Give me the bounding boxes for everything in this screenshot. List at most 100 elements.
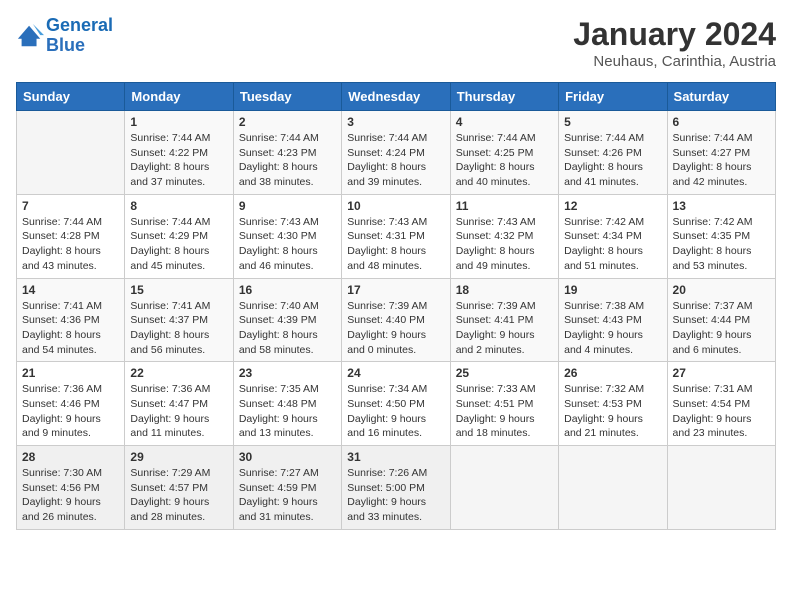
day-number: 31 <box>347 450 444 464</box>
day-number: 22 <box>130 366 227 380</box>
calendar-cell: 12 Sunrise: 7:42 AMSunset: 4:34 PMDayligh… <box>559 194 667 278</box>
logo-line1: General <box>46 15 113 35</box>
calendar-cell: 26Sunrise: 7:32 AMSunset: 4:53 PMDayligh… <box>559 362 667 446</box>
day-number: 10 <box>347 199 444 213</box>
day-number: 18 <box>456 283 553 297</box>
day-details: Sunrise: 7:34 AMSunset: 4:50 PMDaylight:… <box>347 382 444 441</box>
day-details: Sunrise: 7:36 AMSunset: 4:47 PMDaylight:… <box>130 382 227 441</box>
day-details: Sunrise: 7:42 AMSunset: 4:34 PMDaylight:… <box>564 215 661 274</box>
page-header: General Blue January 2024 Neuhaus, Carin… <box>16 16 776 70</box>
calendar-cell: 13 Sunrise: 7:42 AMSunset: 4:35 PMDayligh… <box>667 194 775 278</box>
day-details: Sunrise: 7:44 AMSunset: 4:23 PMDaylight:… <box>239 131 336 190</box>
weekday-header-saturday: Saturday <box>667 83 775 111</box>
calendar-cell: 19Sunrise: 7:38 AMSunset: 4:43 PMDayligh… <box>559 278 667 362</box>
day-details: Sunrise: 7:26 AMSunset: 5:00 PMDaylight:… <box>347 466 444 525</box>
calendar-week-row: 21 Sunrise: 7:36 AMSunset: 4:46 PMDayligh… <box>17 362 776 446</box>
calendar-cell: 20 Sunrise: 7:37 AMSunset: 4:44 PMDayligh… <box>667 278 775 362</box>
calendar-cell: 14 Sunrise: 7:41 AMSunset: 4:36 PMDayligh… <box>17 278 125 362</box>
logo-line2: Blue <box>46 35 85 55</box>
calendar-table: SundayMondayTuesdayWednesdayThursdayFrid… <box>16 82 776 530</box>
day-details: Sunrise: 7:42 AMSunset: 4:35 PMDaylight:… <box>673 215 770 274</box>
calendar-cell <box>17 111 125 195</box>
weekday-header-wednesday: Wednesday <box>342 83 450 111</box>
calendar-cell: 21 Sunrise: 7:36 AMSunset: 4:46 PMDayligh… <box>17 362 125 446</box>
calendar-week-row: 7Sunrise: 7:44 AMSunset: 4:28 PMDaylight… <box>17 194 776 278</box>
day-number: 15 <box>130 283 227 297</box>
day-number: 5 <box>564 115 661 129</box>
calendar-cell: 11 Sunrise: 7:43 AMSunset: 4:32 PMDayligh… <box>450 194 558 278</box>
day-details: Sunrise: 7:29 AMSunset: 4:57 PMDaylight:… <box>130 466 227 525</box>
calendar-cell: 10Sunrise: 7:43 AMSunset: 4:31 PMDayligh… <box>342 194 450 278</box>
calendar-cell: 30Sunrise: 7:27 AMSunset: 4:59 PMDayligh… <box>233 446 341 530</box>
day-number: 4 <box>456 115 553 129</box>
calendar-cell: 2 Sunrise: 7:44 AMSunset: 4:23 PMDaylight… <box>233 111 341 195</box>
day-number: 8 <box>130 199 227 213</box>
day-number: 9 <box>239 199 336 213</box>
day-number: 19 <box>564 283 661 297</box>
day-details: Sunrise: 7:44 AMSunset: 4:28 PMDaylight:… <box>22 215 119 274</box>
day-details: Sunrise: 7:40 AMSunset: 4:39 PMDaylight:… <box>239 299 336 358</box>
calendar-header-row: SundayMondayTuesdayWednesdayThursdayFrid… <box>17 83 776 111</box>
day-details: Sunrise: 7:36 AMSunset: 4:46 PMDaylight:… <box>22 382 119 441</box>
day-number: 14 <box>22 283 119 297</box>
day-number: 23 <box>239 366 336 380</box>
weekday-header-friday: Friday <box>559 83 667 111</box>
calendar-cell: 17Sunrise: 7:39 AMSunset: 4:40 PMDayligh… <box>342 278 450 362</box>
calendar-cell: 1 Sunrise: 7:44 AMSunset: 4:22 PMDaylight… <box>125 111 233 195</box>
calendar-cell: 18 Sunrise: 7:39 AMSunset: 4:41 PMDayligh… <box>450 278 558 362</box>
calendar-cell <box>450 446 558 530</box>
day-number: 2 <box>239 115 336 129</box>
calendar-cell: 31 Sunrise: 7:26 AMSunset: 5:00 PMDayligh… <box>342 446 450 530</box>
weekday-header-sunday: Sunday <box>17 83 125 111</box>
logo-text: General Blue <box>46 16 113 56</box>
weekday-header-tuesday: Tuesday <box>233 83 341 111</box>
calendar-cell: 28 Sunrise: 7:30 AMSunset: 4:56 PMDayligh… <box>17 446 125 530</box>
day-details: Sunrise: 7:44 AMSunset: 4:22 PMDaylight:… <box>130 131 227 190</box>
calendar-cell <box>559 446 667 530</box>
calendar-cell: 9 Sunrise: 7:43 AMSunset: 4:30 PMDaylight… <box>233 194 341 278</box>
title-block: January 2024 Neuhaus, Carinthia, Austria <box>573 16 776 70</box>
calendar-cell: 6Sunrise: 7:44 AMSunset: 4:27 PMDaylight… <box>667 111 775 195</box>
calendar-cell <box>667 446 775 530</box>
day-details: Sunrise: 7:43 AMSunset: 4:30 PMDaylight:… <box>239 215 336 274</box>
day-details: Sunrise: 7:41 AMSunset: 4:37 PMDaylight:… <box>130 299 227 358</box>
location-subtitle: Neuhaus, Carinthia, Austria <box>573 53 776 70</box>
calendar-week-row: 14 Sunrise: 7:41 AMSunset: 4:36 PMDayligh… <box>17 278 776 362</box>
logo: General Blue <box>16 16 113 56</box>
day-details: Sunrise: 7:30 AMSunset: 4:56 PMDaylight:… <box>22 466 119 525</box>
day-number: 12 <box>564 199 661 213</box>
day-details: Sunrise: 7:39 AMSunset: 4:41 PMDaylight:… <box>456 299 553 358</box>
calendar-cell: 4 Sunrise: 7:44 AMSunset: 4:25 PMDaylight… <box>450 111 558 195</box>
weekday-header-thursday: Thursday <box>450 83 558 111</box>
day-number: 17 <box>347 283 444 297</box>
calendar-cell: 23Sunrise: 7:35 AMSunset: 4:48 PMDayligh… <box>233 362 341 446</box>
day-details: Sunrise: 7:31 AMSunset: 4:54 PMDaylight:… <box>673 382 770 441</box>
month-title: January 2024 <box>573 16 776 53</box>
calendar-cell: 25Sunrise: 7:33 AMSunset: 4:51 PMDayligh… <box>450 362 558 446</box>
day-details: Sunrise: 7:41 AMSunset: 4:36 PMDaylight:… <box>22 299 119 358</box>
day-details: Sunrise: 7:44 AMSunset: 4:25 PMDaylight:… <box>456 131 553 190</box>
day-number: 29 <box>130 450 227 464</box>
day-number: 25 <box>456 366 553 380</box>
day-number: 13 <box>673 199 770 213</box>
day-number: 6 <box>673 115 770 129</box>
calendar-cell: 3Sunrise: 7:44 AMSunset: 4:24 PMDaylight… <box>342 111 450 195</box>
day-details: Sunrise: 7:44 AMSunset: 4:26 PMDaylight:… <box>564 131 661 190</box>
day-number: 26 <box>564 366 661 380</box>
day-number: 3 <box>347 115 444 129</box>
day-number: 27 <box>673 366 770 380</box>
calendar-week-row: 1 Sunrise: 7:44 AMSunset: 4:22 PMDaylight… <box>17 111 776 195</box>
logo-icon <box>16 22 44 50</box>
day-number: 20 <box>673 283 770 297</box>
day-number: 28 <box>22 450 119 464</box>
day-details: Sunrise: 7:27 AMSunset: 4:59 PMDaylight:… <box>239 466 336 525</box>
day-details: Sunrise: 7:37 AMSunset: 4:44 PMDaylight:… <box>673 299 770 358</box>
calendar-cell: 24Sunrise: 7:34 AMSunset: 4:50 PMDayligh… <box>342 362 450 446</box>
calendar-cell: 22 Sunrise: 7:36 AMSunset: 4:47 PMDayligh… <box>125 362 233 446</box>
day-number: 1 <box>130 115 227 129</box>
day-details: Sunrise: 7:43 AMSunset: 4:32 PMDaylight:… <box>456 215 553 274</box>
day-number: 11 <box>456 199 553 213</box>
day-number: 21 <box>22 366 119 380</box>
calendar-cell: 15 Sunrise: 7:41 AMSunset: 4:37 PMDayligh… <box>125 278 233 362</box>
calendar-cell: 27 Sunrise: 7:31 AMSunset: 4:54 PMDayligh… <box>667 362 775 446</box>
